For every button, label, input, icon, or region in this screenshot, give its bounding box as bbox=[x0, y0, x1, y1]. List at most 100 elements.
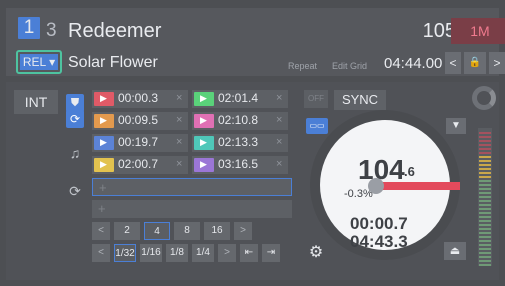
off-button[interactable]: OFF bbox=[304, 90, 328, 108]
next-track-button[interactable]: > bbox=[489, 52, 505, 74]
hot-cue-time: 00:00.3 bbox=[118, 91, 159, 105]
beat-jump-button[interactable]: 16 bbox=[204, 222, 230, 240]
hot-cue[interactable]: 03:16.5 × bbox=[192, 156, 288, 174]
meter-segment bbox=[479, 196, 491, 198]
play-cue-icon[interactable] bbox=[94, 114, 114, 128]
jog-wheel[interactable]: 104 .6 BPM -0.3% 00:00.7 04:43.3 bbox=[310, 110, 460, 260]
hot-cue[interactable]: 02:01.4 × bbox=[192, 90, 288, 108]
play-cue-icon[interactable] bbox=[194, 158, 214, 172]
hot-cue[interactable]: 02:10.8 × bbox=[192, 112, 288, 130]
artist-name: Solar Flower bbox=[68, 54, 158, 71]
beat-jump-button[interactable]: 4 bbox=[144, 222, 170, 240]
dropdown-triangle-icon[interactable]: ▼ bbox=[446, 118, 466, 134]
meter-segment bbox=[479, 216, 491, 218]
loop-size-button[interactable]: > bbox=[218, 244, 236, 262]
meter-segment bbox=[479, 136, 491, 138]
loop-size-button[interactable]: 1/16 bbox=[140, 244, 162, 262]
pitch-slider-track[interactable] bbox=[378, 182, 460, 190]
delete-cue-icon[interactable]: × bbox=[276, 136, 282, 148]
hot-cue[interactable]: 00:19.7 × bbox=[92, 134, 188, 152]
meter-segment bbox=[479, 140, 491, 142]
beat-jump-button[interactable]: < bbox=[92, 222, 110, 240]
rel-mode-label: REL ▾ bbox=[20, 54, 58, 70]
saved-loop-slot[interactable]: + bbox=[92, 178, 292, 196]
delete-cue-icon[interactable]: × bbox=[176, 136, 182, 148]
hot-cue[interactable]: 00:00.3 × bbox=[92, 90, 188, 108]
meter-segment bbox=[479, 244, 491, 246]
meter-segment bbox=[479, 160, 491, 162]
meter-segment bbox=[479, 252, 491, 254]
previous-track-button[interactable]: < bbox=[445, 52, 461, 74]
level-meter bbox=[478, 128, 492, 266]
int-button[interactable]: INT bbox=[14, 90, 58, 114]
loop-size-button[interactable]: 1/8 bbox=[166, 244, 188, 262]
meter-segment bbox=[479, 260, 491, 262]
beat-jump-button[interactable]: 8 bbox=[174, 222, 200, 240]
play-cue-icon[interactable] bbox=[94, 158, 114, 172]
meter-segment bbox=[479, 264, 491, 266]
one-m-button[interactable]: 1M bbox=[451, 18, 505, 44]
meter-segment bbox=[479, 144, 491, 146]
delete-cue-icon[interactable]: × bbox=[176, 114, 182, 126]
meter-segment bbox=[479, 224, 491, 226]
loop-size-button[interactable]: ⇤ bbox=[240, 244, 258, 262]
meter-segment bbox=[479, 148, 491, 150]
eject-button[interactable]: ⏏ bbox=[444, 242, 466, 260]
loop-size-button[interactable]: 1/4 bbox=[192, 244, 214, 262]
play-cue-icon[interactable] bbox=[194, 136, 214, 150]
delete-cue-icon[interactable]: × bbox=[176, 158, 182, 170]
platter-ring-icon bbox=[472, 86, 496, 110]
hot-cue[interactable]: 00:09.5 × bbox=[92, 112, 188, 130]
meter-segment bbox=[479, 212, 491, 214]
headphones-icon[interactable]: ♫ bbox=[66, 144, 84, 162]
sync-button[interactable]: SYNC bbox=[334, 90, 386, 110]
play-cue-icon[interactable] bbox=[194, 92, 214, 106]
hot-cue[interactable]: 02:13.3 × bbox=[192, 134, 288, 152]
deck-number-active[interactable]: 1 bbox=[18, 17, 40, 39]
meter-segment bbox=[479, 236, 491, 238]
meter-segment bbox=[479, 248, 491, 250]
total-time: 04:44.00 bbox=[384, 55, 443, 72]
hot-cue-time: 00:19.7 bbox=[118, 135, 159, 149]
meter-segment bbox=[479, 208, 491, 210]
hot-cue-time: 03:16.5 bbox=[218, 157, 259, 171]
play-cue-icon[interactable] bbox=[94, 136, 114, 150]
delete-cue-icon[interactable]: × bbox=[276, 92, 282, 104]
gear-icon[interactable]: ⚙ bbox=[306, 242, 326, 262]
meter-segment bbox=[479, 152, 491, 154]
hot-cue-time: 02:01.4 bbox=[218, 91, 259, 105]
meter-segment bbox=[479, 132, 491, 134]
beat-jump-button[interactable]: 2 bbox=[114, 222, 140, 240]
delete-cue-icon[interactable]: × bbox=[176, 92, 182, 104]
hot-cue-time: 00:09.5 bbox=[118, 113, 159, 127]
play-cue-icon[interactable] bbox=[94, 92, 114, 106]
meter-segment bbox=[479, 220, 491, 222]
lock-icon[interactable]: 🔒 bbox=[464, 52, 486, 74]
meter-segment bbox=[479, 240, 491, 242]
loop-size-button[interactable]: < bbox=[92, 244, 110, 262]
beat-jump-button[interactable]: > bbox=[234, 222, 252, 240]
saved-loop-icon[interactable]: ⟳ bbox=[66, 182, 84, 200]
saved-loop-slot[interactable]: + bbox=[92, 200, 292, 218]
meter-segment bbox=[479, 180, 491, 182]
add-loop-icon: + bbox=[99, 180, 107, 195]
delete-cue-icon[interactable]: × bbox=[276, 158, 282, 170]
deck-panel: 1 3 Redeemer 105 1M REL ▾ Solar Flower R… bbox=[0, 0, 505, 286]
loop-ab-button[interactable]: ▭▭ bbox=[306, 118, 328, 134]
deck-main: INT ⛊ ⟳ ♫ ⟳ 00:00.3×02:01.4×00:09.5×02:1… bbox=[6, 82, 499, 280]
hot-cue-time: 02:00.7 bbox=[118, 157, 159, 171]
loop-size-button[interactable]: 1/32 bbox=[114, 244, 136, 262]
edit-grid-button[interactable]: Edit Grid bbox=[332, 61, 367, 71]
jog-bpm-decimal: .6 bbox=[404, 164, 415, 179]
repeat-button[interactable]: Repeat bbox=[288, 61, 317, 71]
add-loop-icon: + bbox=[98, 201, 106, 216]
hot-cue[interactable]: 02:00.7 × bbox=[92, 156, 188, 174]
loop-mode-icon[interactable]: ⟳ bbox=[66, 110, 84, 128]
meter-segment bbox=[479, 200, 491, 202]
deck-number-other[interactable]: 3 bbox=[46, 20, 57, 42]
loop-size-button[interactable]: ⇥ bbox=[262, 244, 280, 262]
play-cue-icon[interactable] bbox=[194, 114, 214, 128]
pitch-slider-knob[interactable] bbox=[368, 178, 384, 194]
rel-mode-dropdown[interactable]: REL ▾ bbox=[16, 50, 62, 74]
delete-cue-icon[interactable]: × bbox=[276, 114, 282, 126]
